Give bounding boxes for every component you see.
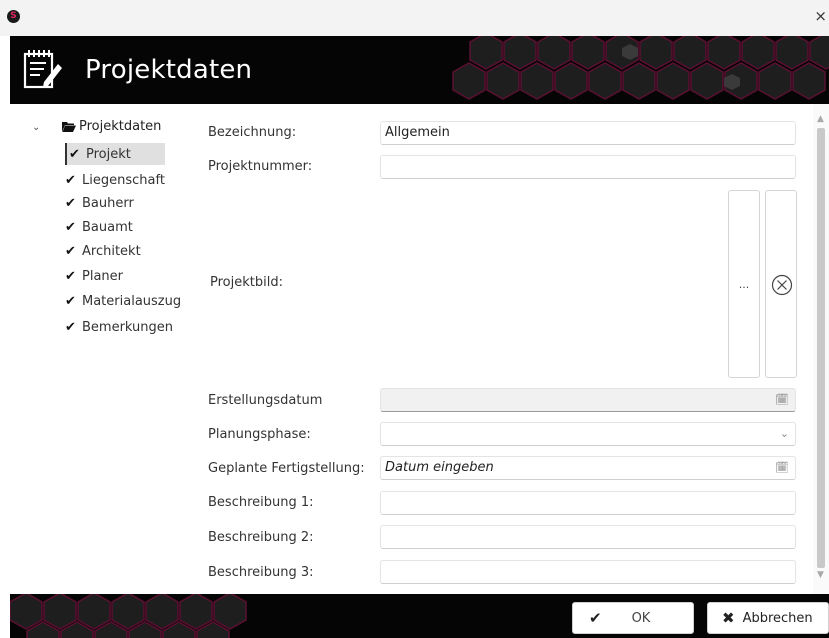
check-icon: ✔ xyxy=(69,146,80,162)
check-icon: ✔ xyxy=(65,268,76,284)
footer-bar: ✔ OK ✖ Abbrechen xyxy=(10,594,829,638)
close-icon[interactable]: × xyxy=(814,6,827,26)
ok-button[interactable]: ✔ OK xyxy=(572,602,694,634)
check-icon: ✔ xyxy=(65,195,76,211)
tree-item-architekt[interactable]: ✔ Architekt xyxy=(65,240,165,262)
check-icon: ✔ xyxy=(65,243,76,259)
scroll-down-icon[interactable]: ▼ xyxy=(817,570,824,580)
tree-item-label: Bauamt xyxy=(82,219,133,235)
header-banner: Projektdaten xyxy=(10,36,829,104)
ok-button-label: OK xyxy=(631,610,651,626)
tree-item-label: Bemerkungen xyxy=(82,319,174,335)
tree-item-label: Liegenschaft xyxy=(82,172,165,188)
beschreibung1-input[interactable] xyxy=(380,491,796,515)
beschreibung1-label: Beschreibung 1: xyxy=(208,495,314,510)
tree-item-projekt[interactable]: ✔ Projekt xyxy=(65,143,165,165)
tree-item-bauherr[interactable]: ✔ Bauherr xyxy=(65,192,165,214)
check-icon: ✔ xyxy=(589,609,602,627)
beschreibung3-input[interactable] xyxy=(380,560,796,584)
tree-item-label: Architekt xyxy=(82,243,141,259)
projektbild-label: Projektbild: xyxy=(210,275,283,290)
folder-open-icon xyxy=(62,122,76,132)
project-form: Bezeichnung: Allgemein Projektnummer: Pr… xyxy=(200,104,810,594)
projektnummer-input[interactable] xyxy=(380,155,796,179)
scroll-up-icon[interactable]: ▲ xyxy=(817,114,824,124)
fertigstellung-input[interactable]: Datum eingeben 🗓 xyxy=(380,456,796,480)
tree-item-bemerkungen[interactable]: ✔ Bemerkungen xyxy=(65,316,195,338)
tree-item-label: Bauherr xyxy=(82,195,134,211)
circle-x-icon xyxy=(771,274,793,296)
fertigstellung-label: Geplante Fertigstellung: xyxy=(208,461,365,476)
check-icon: ✔ xyxy=(65,293,76,309)
beschreibung3-label: Beschreibung 3: xyxy=(208,565,314,580)
erstellungsdatum-label: Erstellungsdatum xyxy=(208,393,323,408)
scroll-thumb[interactable] xyxy=(817,128,825,568)
tree-item-label: Planer xyxy=(82,268,123,284)
tree-item-planer[interactable]: ✔ Planer xyxy=(65,265,165,287)
fertigstellung-placeholder: Datum eingeben xyxy=(385,460,494,475)
tree-root-projektdaten[interactable]: Projektdaten xyxy=(62,119,161,134)
check-icon: ✔ xyxy=(65,219,76,235)
tree-item-liegenschaft[interactable]: ✔ Liegenschaft xyxy=(65,169,165,191)
bezeichnung-input[interactable]: Allgemein xyxy=(380,121,796,145)
bezeichnung-label: Bezeichnung: xyxy=(208,125,297,140)
tree-root-label: Projektdaten xyxy=(79,119,162,134)
chevron-down-icon[interactable]: ⌄ xyxy=(32,122,40,133)
navigation-tree: ⌄ Projektdaten ✔ Projekt ✔ Liegenschaft … xyxy=(10,104,200,594)
tree-item-label: Materialauszug xyxy=(82,293,182,309)
cancel-button-label: Abbrechen xyxy=(742,610,813,626)
check-icon: ✔ xyxy=(65,319,76,335)
calendar-icon[interactable]: 🗓 xyxy=(775,389,789,411)
erstellungsdatum-input[interactable]: 🗓 xyxy=(380,388,796,412)
window-left-edge xyxy=(0,36,10,638)
app-icon: S xyxy=(7,10,20,23)
calendar-icon[interactable]: 🗓 xyxy=(775,457,789,479)
close-icon: ✖ xyxy=(722,609,735,627)
tree-item-label: Projekt xyxy=(86,146,131,162)
projektnummer-label: Projektnummer: xyxy=(208,159,313,174)
page-title: Projektdaten xyxy=(85,55,253,85)
check-icon: ✔ xyxy=(65,172,76,188)
tree-item-bauamt[interactable]: ✔ Bauamt xyxy=(65,216,165,238)
title-bar: S × xyxy=(0,0,829,36)
beschreibung2-input[interactable] xyxy=(380,525,796,549)
vertical-scrollbar[interactable]: ▲ ▼ xyxy=(813,104,829,594)
browse-image-button[interactable]: ... xyxy=(728,190,760,378)
notepad-edit-icon xyxy=(22,48,62,94)
clear-image-button[interactable] xyxy=(765,190,797,378)
planungsphase-select[interactable]: ⌄ xyxy=(380,422,796,446)
tree-item-materialauszug[interactable]: ✔ Materialauszug xyxy=(65,290,195,312)
cancel-button[interactable]: ✖ Abbrechen xyxy=(707,602,829,634)
planungsphase-label: Planungsphase: xyxy=(208,427,311,442)
beschreibung2-label: Beschreibung 2: xyxy=(208,530,314,545)
chevron-down-icon[interactable]: ⌄ xyxy=(780,423,789,445)
